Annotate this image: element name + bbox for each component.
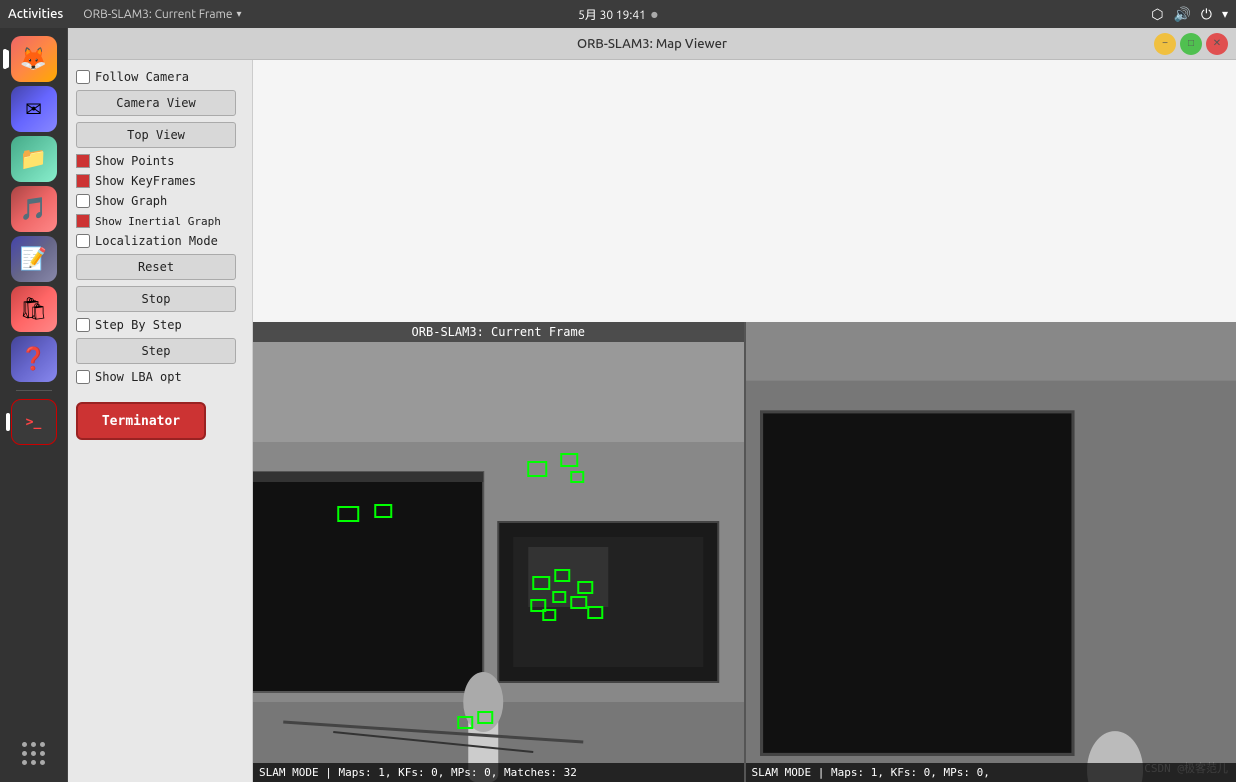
map-viewer-body: Follow Camera Camera View Top View Show … bbox=[68, 60, 1236, 782]
camera-view-button[interactable]: Camera View bbox=[76, 90, 236, 116]
frame-left-title: ORB-SLAM3: Current Frame bbox=[253, 322, 744, 342]
dock-item-thunderbird[interactable]: ✉ bbox=[11, 86, 57, 132]
step-by-step-row: Step By Step bbox=[76, 318, 244, 332]
topbar-system-icons: ⬡ 🔊 ⏻ ▾ bbox=[1151, 6, 1228, 23]
window-controls: − □ ✕ bbox=[1154, 33, 1228, 55]
map-viewer-window: ORB-SLAM3: Map Viewer − □ ✕ Follow Camer… bbox=[68, 28, 1236, 782]
localization-mode-row: Localization Mode bbox=[76, 234, 244, 248]
network-icon[interactable]: ⬡ bbox=[1151, 6, 1163, 23]
show-inertial-graph-label: Show Inertial Graph bbox=[95, 215, 221, 228]
show-lba-opt-checkbox[interactable] bbox=[76, 370, 90, 384]
map-3d-view bbox=[253, 60, 1236, 322]
arrow-down-icon[interactable]: ▾ bbox=[1222, 7, 1228, 21]
show-points-row: Show Points bbox=[76, 154, 244, 168]
map-viewer-titlebar: ORB-SLAM3: Map Viewer − □ ✕ bbox=[68, 28, 1236, 60]
show-graph-row: Show Graph bbox=[76, 194, 244, 208]
show-graph-label: Show Graph bbox=[95, 194, 167, 208]
localization-mode-label: Localization Mode bbox=[95, 234, 218, 248]
stop-button[interactable]: Stop bbox=[76, 286, 236, 312]
minimize-button[interactable]: − bbox=[1154, 33, 1176, 55]
map-viewer-title: ORB-SLAM3: Map Viewer bbox=[577, 37, 727, 51]
dock-separator bbox=[16, 390, 52, 391]
show-keyframes-label: Show KeyFrames bbox=[95, 174, 196, 188]
camera-frames: ORB-SLAM3: Current Frame bbox=[253, 322, 1236, 782]
frame-right-status: SLAM MODE | Maps: 1, KFs: 0, MPs: 0, bbox=[746, 763, 1236, 782]
step-button[interactable]: Step bbox=[76, 338, 236, 364]
sound-icon[interactable]: 🔊 bbox=[1173, 6, 1190, 23]
camera-scene-right bbox=[746, 322, 1236, 782]
terminator-button[interactable]: Terminator bbox=[76, 402, 206, 440]
dock-item-terminal[interactable]: >_ bbox=[11, 399, 57, 445]
show-graph-checkbox[interactable] bbox=[76, 194, 90, 208]
show-points-indicator bbox=[76, 154, 90, 168]
left-panel: Follow Camera Camera View Top View Show … bbox=[68, 60, 253, 782]
dock-item-help[interactable]: ❓ bbox=[11, 336, 57, 382]
show-keyframes-row: Show KeyFrames bbox=[76, 174, 244, 188]
frame-left-status: SLAM MODE | Maps: 1, KFs: 0, MPs: 0, Mat… bbox=[253, 763, 744, 782]
maximize-button[interactable]: □ bbox=[1180, 33, 1202, 55]
dock-apps-grid-button[interactable] bbox=[22, 742, 46, 766]
reset-button[interactable]: Reset bbox=[76, 254, 236, 280]
dock: 🦊 ✉ 📁 🎵 📝 🛍 ❓ >_ bbox=[0, 28, 68, 782]
show-lba-opt-label: Show LBA opt bbox=[95, 370, 182, 384]
localization-mode-checkbox[interactable] bbox=[76, 234, 90, 248]
activities-label[interactable]: Activities bbox=[8, 7, 63, 21]
show-keyframes-indicator bbox=[76, 174, 90, 188]
camera-frame-right: SLAM MODE | Maps: 1, KFs: 0, MPs: 0, bbox=[744, 322, 1236, 782]
show-inertial-graph-row: Show Inertial Graph bbox=[76, 214, 244, 228]
topbar-datetime: 5月 30 19:41 ● bbox=[578, 6, 658, 23]
show-points-label: Show Points bbox=[95, 154, 174, 168]
follow-camera-label: Follow Camera bbox=[95, 70, 189, 84]
show-inertial-graph-indicator bbox=[76, 214, 90, 228]
dock-item-software[interactable]: 🛍 bbox=[11, 286, 57, 332]
window-title[interactable]: ORB-SLAM3: Current Frame ▾ bbox=[83, 8, 241, 21]
step-by-step-checkbox[interactable] bbox=[76, 318, 90, 332]
camera-area: ORB-SLAM3: Current Frame bbox=[253, 60, 1236, 782]
dock-item-firefox[interactable]: 🦊 bbox=[11, 36, 57, 82]
step-by-step-label: Step By Step bbox=[95, 318, 182, 332]
close-button[interactable]: ✕ bbox=[1206, 33, 1228, 55]
top-view-button[interactable]: Top View bbox=[76, 122, 236, 148]
show-applications-icon[interactable] bbox=[22, 742, 46, 766]
camera-scene-left bbox=[253, 322, 744, 782]
topbar: Activities ORB-SLAM3: Current Frame ▾ 5月… bbox=[0, 0, 1236, 28]
show-lba-opt-row: Show LBA opt bbox=[76, 370, 244, 384]
dock-item-writer[interactable]: 📝 bbox=[11, 236, 57, 282]
follow-camera-checkbox[interactable] bbox=[76, 70, 90, 84]
follow-camera-row: Follow Camera bbox=[76, 70, 244, 84]
power-icon[interactable]: ⏻ bbox=[1201, 6, 1212, 23]
camera-frame-left: ORB-SLAM3: Current Frame bbox=[253, 322, 744, 782]
dock-item-files[interactable]: 📁 bbox=[11, 136, 57, 182]
dock-item-rhythmbox[interactable]: 🎵 bbox=[11, 186, 57, 232]
